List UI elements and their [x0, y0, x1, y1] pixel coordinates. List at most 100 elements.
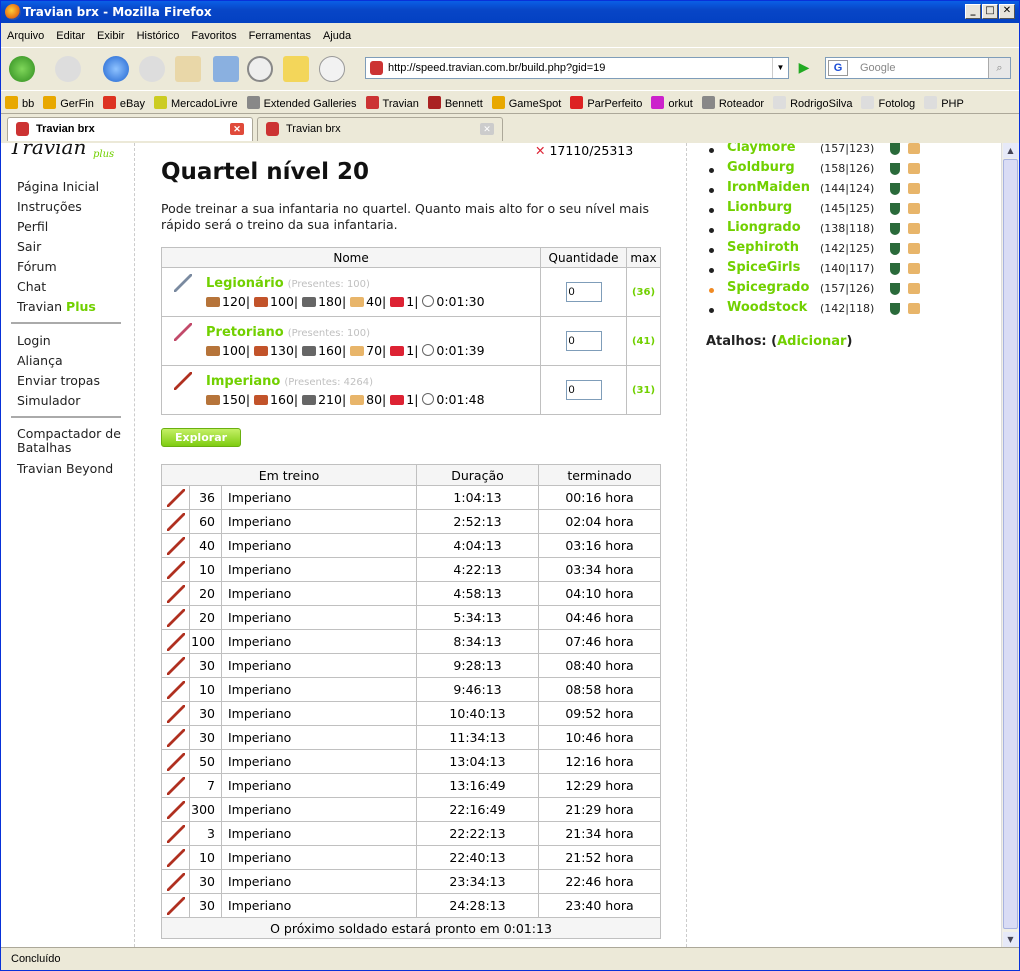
queue-row[interactable]: 30 Imperiano 24:28:13 23:40 hora	[161, 893, 661, 918]
bookmark-icon[interactable]	[246, 96, 260, 109]
unit-present[interactable]: (Presentes: 4264)	[284, 377, 373, 388]
queue-end[interactable]: 22:46 hora	[538, 869, 661, 894]
queue-row[interactable]: 10 Imperiano 22:40:13 21:52 hora	[161, 845, 661, 870]
village-coords[interactable]: (140|117)	[820, 262, 874, 275]
queue-count[interactable]: 100	[189, 629, 222, 654]
bookmark-item[interactable]: PHP	[920, 92, 969, 116]
queue-duration[interactable]: 13:04:13	[416, 749, 539, 774]
queue-count[interactable]: 36	[189, 485, 222, 510]
bookmarks-icon[interactable]	[213, 56, 239, 82]
queue-icon-cell[interactable]	[161, 701, 190, 726]
queue-unit[interactable]: Imperiano	[221, 821, 417, 846]
sidebar-link-compactador[interactable]: Compactador de Batalhas	[17, 427, 121, 455]
menu-item[interactable]: Editar	[50, 25, 91, 47]
village-troops-icon[interactable]	[908, 163, 920, 174]
village-coords[interactable]: (145|125)	[820, 202, 874, 215]
menu-item[interactable]: Arquivo	[1, 25, 50, 47]
upkeep-icon[interactable]	[390, 346, 405, 356]
queue-row[interactable]: 36 Imperiano 1:04:13 00:16 hora	[161, 485, 661, 510]
unit-sword-icon[interactable]	[166, 488, 185, 507]
forward-arrow-icon[interactable]	[55, 56, 81, 82]
queue-end[interactable]: 21:29 hora	[538, 797, 661, 822]
bookmark-item[interactable]: MercadoLivre	[150, 92, 243, 116]
scroll-down-icon[interactable]: ▼	[1003, 932, 1018, 947]
queue-count[interactable]: 10	[189, 557, 222, 582]
history-clock-icon[interactable]	[247, 56, 273, 82]
village-troops-icon[interactable]	[908, 303, 920, 314]
queue-icon-cell[interactable]	[161, 725, 190, 750]
unit-sword-icon[interactable]	[166, 896, 185, 915]
cost-iron[interactable]: 210	[318, 392, 342, 407]
bookmark-item[interactable]: Extended Galleries	[243, 92, 362, 116]
explorar-button[interactable]: Explorar	[161, 428, 241, 447]
unit-title[interactable]: Imperiano (Presentes: 4264)	[170, 373, 534, 389]
quantity-input[interactable]	[565, 331, 602, 351]
queue-unit[interactable]: Imperiano	[221, 653, 417, 678]
crop-icon[interactable]	[350, 297, 365, 307]
queue-count[interactable]: 50	[189, 749, 222, 774]
queue-row[interactable]: 100 Imperiano 8:34:13 07:46 hora	[161, 629, 661, 654]
queue-icon-cell[interactable]	[161, 485, 190, 510]
sidebar-link[interactable]: Aliança	[17, 353, 63, 368]
queue-unit[interactable]: Imperiano	[221, 893, 417, 918]
queue-end[interactable]: 12:29 hora	[538, 773, 661, 798]
queue-icon-cell[interactable]	[161, 893, 190, 918]
unit-name-link[interactable]: Imperiano	[206, 374, 280, 389]
village-troops-icon[interactable]	[908, 183, 920, 194]
bookmark-label[interactable]: orkut	[668, 98, 692, 110]
unit-cost[interactable]: 150| 160| 210| 80| 1| 0:01:48	[206, 392, 534, 407]
bookmark-icon[interactable]	[701, 96, 715, 109]
sidebar-link-label[interactable]: Compactador de	[17, 427, 121, 441]
village-coords[interactable]: (158|126)	[820, 162, 874, 175]
clock-icon[interactable]	[422, 295, 435, 307]
queue-unit[interactable]: Imperiano	[221, 605, 417, 630]
unit-title[interactable]: Pretoriano (Presentes: 100)	[170, 324, 534, 340]
queue-row[interactable]: 50 Imperiano 13:04:13 12:16 hora	[161, 749, 661, 774]
queue-count[interactable]: 300	[189, 797, 222, 822]
unit-sword-icon[interactable]	[166, 608, 185, 627]
clock-icon[interactable]	[422, 393, 435, 405]
queue-icon-cell[interactable]	[161, 845, 190, 870]
queue-end[interactable]: 00:16 hora	[538, 485, 661, 510]
village-link[interactable]: Lionburg	[727, 200, 792, 215]
village-coords[interactable]: (144|124)	[820, 182, 874, 195]
queue-duration[interactable]: 23:34:13	[416, 869, 539, 894]
queue-icon-cell[interactable]	[161, 653, 190, 678]
village-coords[interactable]: (142|125)	[820, 242, 874, 255]
village-link[interactable]: Goldburg	[727, 160, 795, 175]
sidebar-link[interactable]: Fórum	[17, 259, 57, 274]
sidebar-link-label[interactable]: Batalhas	[17, 441, 121, 455]
sidebar-divider[interactable]	[11, 416, 121, 418]
close-tab-icon[interactable]: ✕	[480, 123, 494, 135]
wood-icon[interactable]	[206, 297, 220, 307]
queue-duration[interactable]: 10:40:13	[416, 701, 539, 726]
unit-sword-icon[interactable]	[166, 872, 185, 891]
queue-duration[interactable]: 4:58:13	[416, 581, 539, 606]
sidebar-link[interactable]: Página Inicial	[17, 179, 99, 194]
unit-sword-icon[interactable]	[166, 704, 185, 723]
village-bullet[interactable]	[709, 208, 714, 213]
village-coords[interactable]: (157|126)	[820, 282, 874, 295]
unit-sword-icon[interactable]	[166, 824, 185, 843]
upkeep-icon[interactable]	[390, 297, 405, 307]
bookmark-label[interactable]: Extended Galleries	[264, 98, 357, 110]
unit-cell[interactable]: Legionário (Presentes: 100) 120| 100| 180…	[160, 267, 542, 317]
village-coords[interactable]: (142|118)	[820, 302, 874, 315]
queue-end[interactable]: 04:10 hora	[538, 581, 661, 606]
village-link[interactable]: Liongrado	[727, 220, 801, 235]
max-link[interactable]: (41)	[626, 316, 661, 366]
bookmark-item[interactable]: Fotolog	[857, 92, 920, 116]
go-arrow-icon[interactable]: ▶	[793, 57, 815, 79]
queue-count[interactable]: 60	[189, 509, 222, 534]
unit-sword-icon[interactable]	[166, 800, 185, 819]
village-bullet[interactable]	[709, 308, 714, 313]
unit-present[interactable]: (Presentes: 100)	[288, 328, 370, 339]
village-link[interactable]: IronMaiden	[727, 180, 810, 195]
queue-count[interactable]: 10	[189, 845, 222, 870]
maximize-button[interactable]: □	[982, 4, 998, 19]
queue-row[interactable]: 10 Imperiano 4:22:13 03:34 hora	[161, 557, 661, 582]
bookmark-item[interactable]: RodrigoSilva	[769, 92, 857, 116]
scroll-thumb[interactable]	[1003, 159, 1018, 929]
bookmark-icon[interactable]	[43, 96, 57, 109]
unit-sword-icon[interactable]	[166, 536, 185, 555]
